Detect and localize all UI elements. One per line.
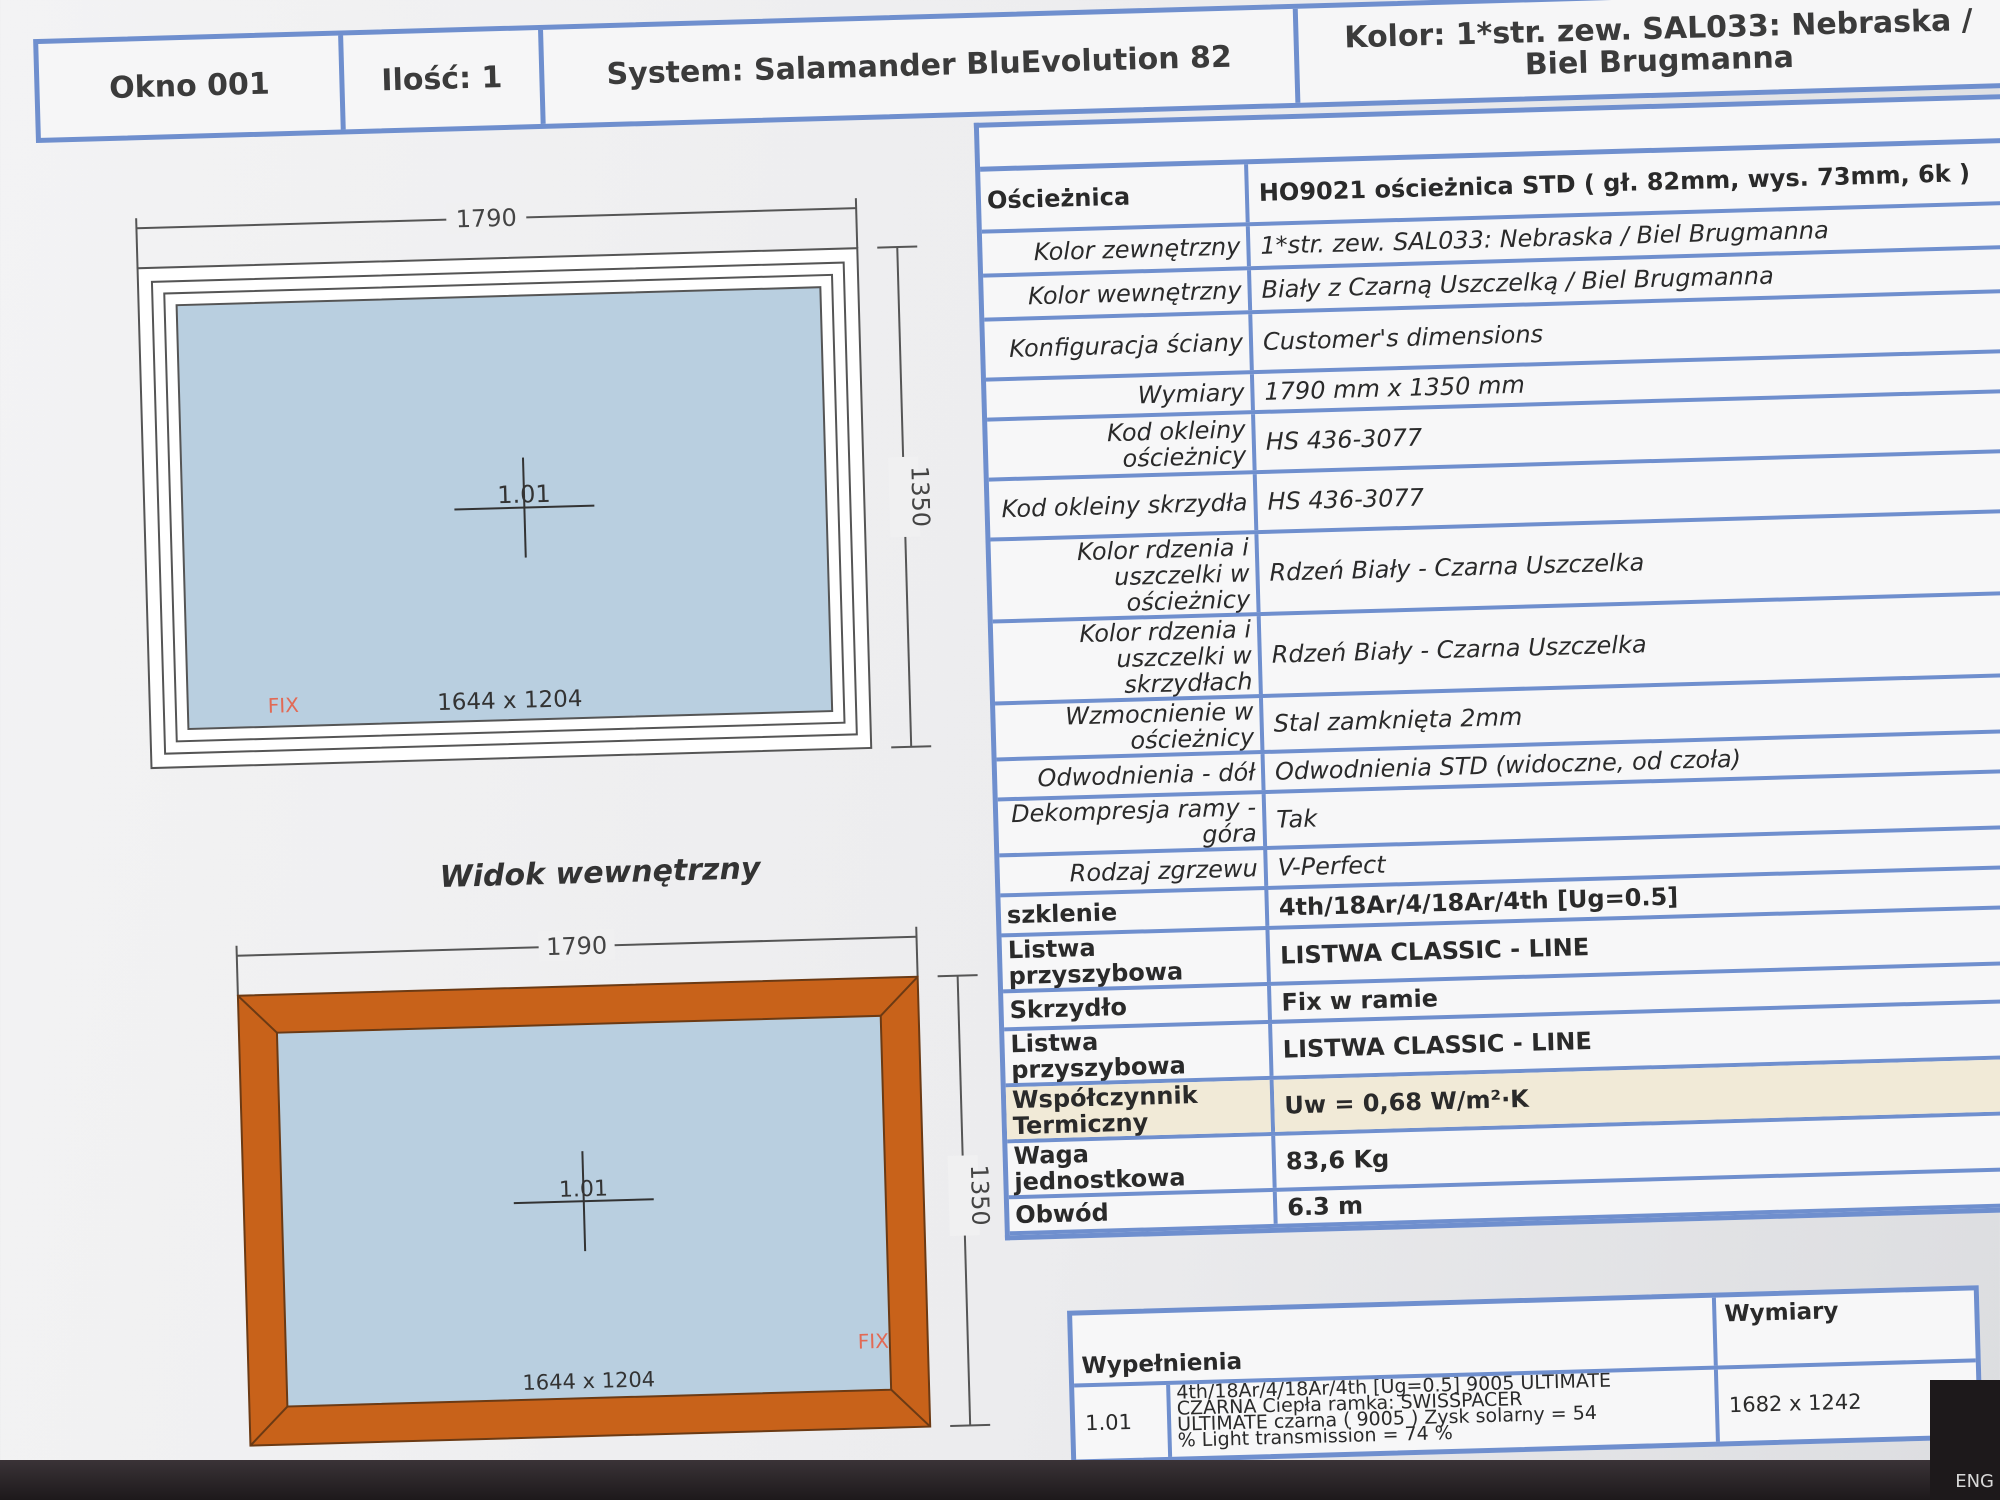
outside-field-label: 1.01 [497, 480, 551, 509]
spec-label: Kolor rdzenia i uszczelki w skrzydłach [992, 615, 1263, 702]
spec-label: Odwodnienia - dół [996, 753, 1266, 798]
spec-label: szklenie [1000, 889, 1270, 934]
outside-fix-label: FIX [267, 693, 299, 718]
spec-label: Kolor rdzenia i uszczelki w ościeżnicy [990, 533, 1261, 620]
document-page: Okno 001 Ilość: 1 System: Salamander Blu… [11, 0, 2000, 1500]
inside-view-title: Widok wewnętrzny [439, 851, 761, 896]
spec-label: Kolor zewnętrzny [981, 226, 1251, 274]
spec-label: Współczynnik Termiczny [1005, 1079, 1276, 1140]
spec-label: Rodzaj zgrzewu [999, 849, 1269, 894]
taskbar-corner: ENG [1930, 1380, 2000, 1500]
fill-header: Wypełnienia [1081, 1348, 1243, 1380]
spec-label: Kod okleiny ościeżnicy [987, 414, 1257, 478]
system-name: System: Salamander BluEvolution 82 [543, 8, 1301, 124]
spec-label: Kolor wewnętrzny [983, 270, 1253, 318]
quantity: Ilość: 1 [343, 29, 546, 130]
window-name: Okno 001 [38, 35, 346, 138]
inside-field-label: 1.01 [559, 1176, 609, 1202]
spec-label: Listwa przyszybowa [1004, 1023, 1274, 1084]
spec-label: Wzmocnienie w ościeżnicy [995, 697, 1265, 758]
outside-width-label: 1790 [455, 204, 517, 234]
outside-height-label: 1350 [905, 466, 935, 528]
inside-width-label: 1790 [546, 931, 608, 961]
spec-label: Skrzydło [1003, 985, 1272, 1028]
language-indicator[interactable]: ENG [1955, 1472, 1994, 1492]
spec-label: Dekompresja ramy - góra [997, 793, 1268, 854]
outside-glass-size: 1644 x 1204 [437, 686, 583, 716]
fill-table: Wypełnienia Wymiary 1.01 4th/18Ar/4/18Ar… [1067, 1285, 1983, 1465]
fill-desc: 4th/18Ar/4/18Ar/4th [Ug=0.5] 9005 ULTIMA… [1170, 1370, 1716, 1457]
fill-id: 1.01 [1074, 1384, 1173, 1460]
dims-header: Wymiary [1711, 1290, 1976, 1366]
spec-label: Kod okleiny skrzydła [988, 474, 1259, 538]
inside-height-label: 1350 [965, 1164, 995, 1226]
monitor-bezel [0, 1460, 2000, 1500]
spec-label: Obwód [1008, 1191, 1278, 1232]
inside-view-drawing: 1790 1350 1.01 1644 x 1204 FIX [235, 926, 995, 1447]
spec-label: Listwa przyszybowa [1001, 929, 1271, 990]
spec-label: Wymiary [986, 374, 1255, 418]
inside-fix-label: FIX [857, 1329, 889, 1354]
spec-label: Waga jednostkowa [1007, 1135, 1277, 1196]
outside-view-drawing: 1790 1350 1.01 1644 x 1204 FIX [135, 198, 935, 770]
inside-glass-size: 1644 x 1204 [522, 1367, 655, 1395]
spec-label: Ościeżnica [980, 164, 1250, 230]
spec-table: Ościeżnica HO9021 ościeżnica STD ( gł. 82… [973, 93, 2000, 1241]
color-summary: Kolor: 1*str. zew. SAL033: Nebraska / Bi… [1343, 2, 1974, 83]
spec-label: Konfiguracja ściany [984, 314, 1254, 378]
